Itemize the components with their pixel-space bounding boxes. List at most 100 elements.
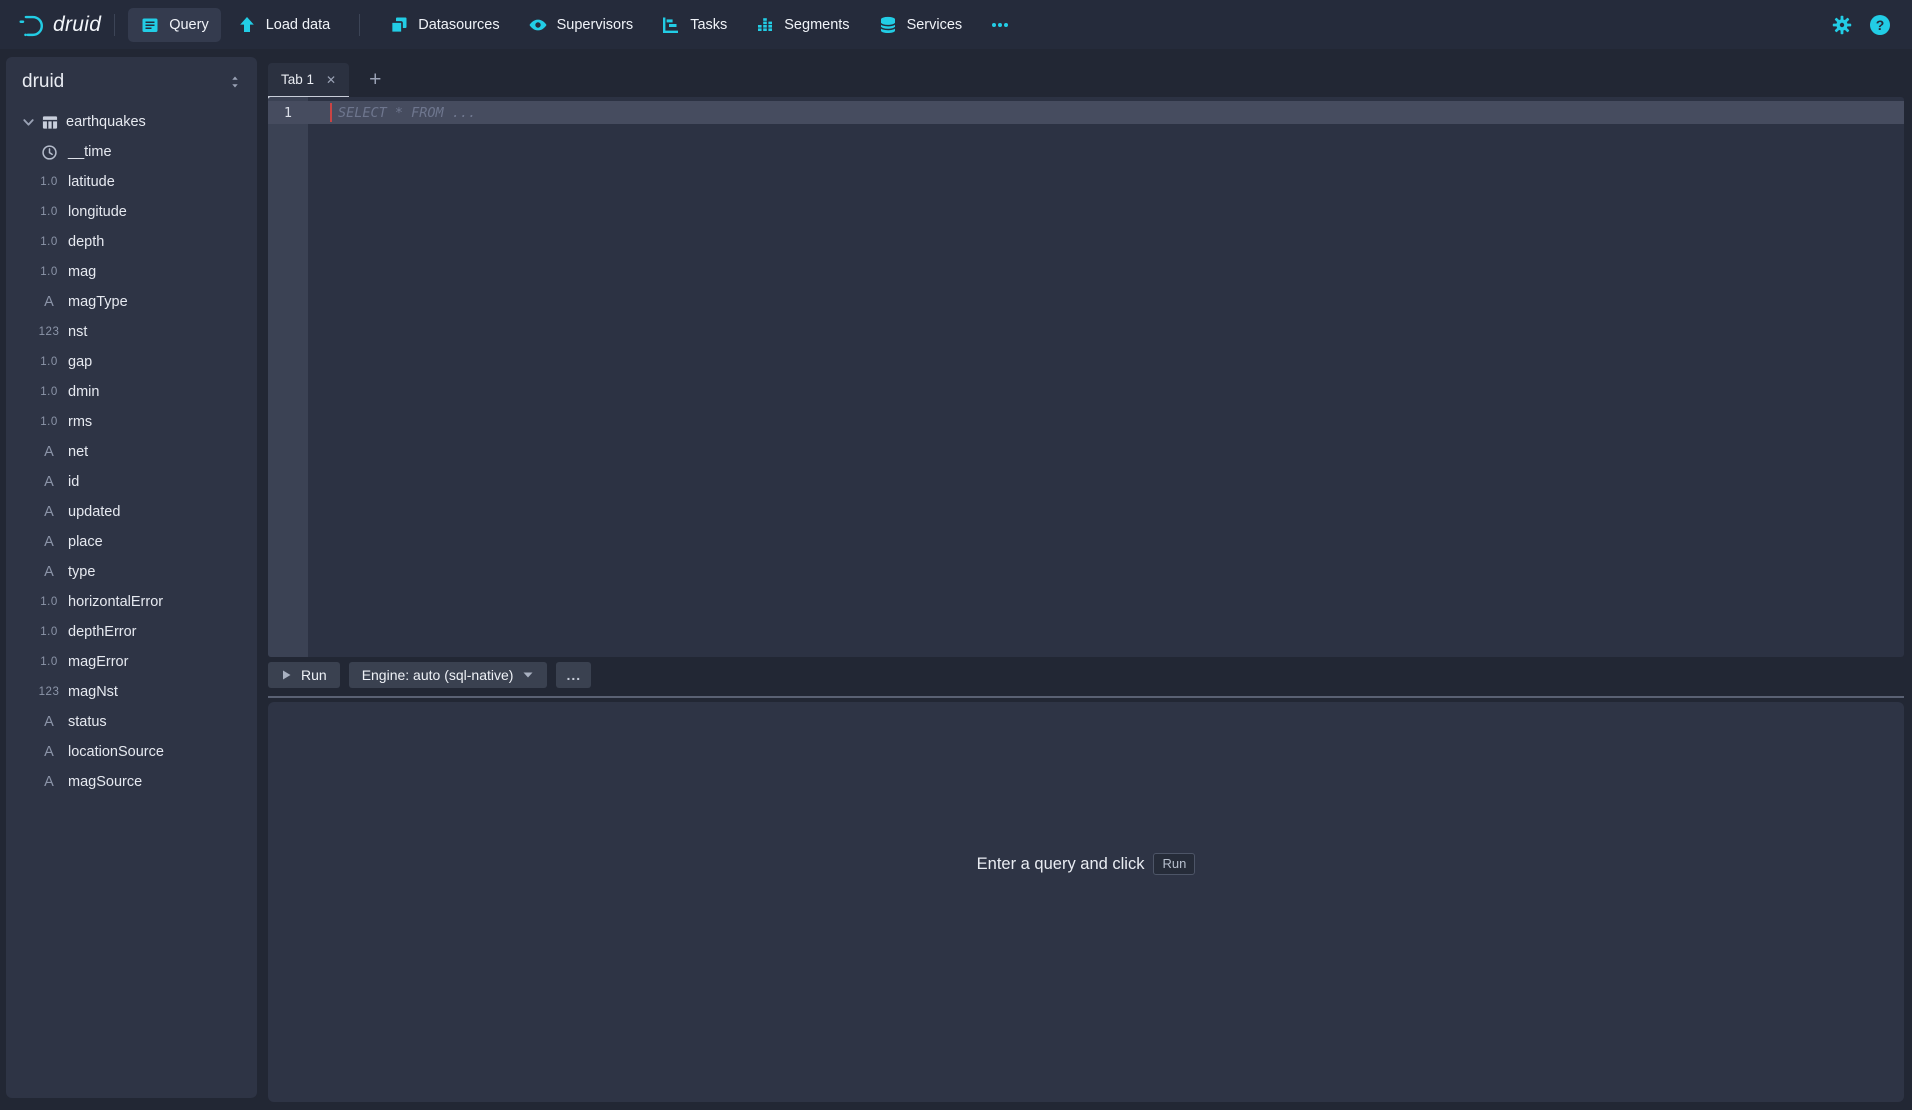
editor-caret — [330, 103, 332, 122]
results-empty-state: Enter a query and click Run — [977, 853, 1196, 875]
column-tree: earthquakes __time 1.0 latitude 1.0 longitude… — [6, 103, 257, 797]
table-icon — [38, 114, 62, 131]
run-button-label: Run — [301, 667, 327, 683]
nav-item-label: Tasks — [690, 17, 727, 33]
nav-divider — [114, 14, 115, 36]
column-row-net[interactable]: Anet — [6, 437, 257, 467]
column-name: mag — [68, 264, 96, 280]
column-name: depth — [68, 234, 104, 250]
type-glyph-float: 1.0 — [36, 236, 62, 248]
type-glyph-float: 1.0 — [36, 356, 62, 368]
type-glyph-string: A — [36, 744, 62, 760]
column-row-magNst[interactable]: 123 magNst — [6, 677, 257, 707]
chevron-down-icon — [522, 671, 534, 679]
column-row-__time[interactable]: __time — [6, 137, 257, 167]
type-glyph-float: 1.0 — [36, 176, 62, 188]
tab-tab1[interactable]: Tab 1 ✕ — [268, 63, 349, 96]
query-view: Tab 1 ✕ + 1 SELECT * FROM ... Run Engine… — [268, 57, 1904, 1102]
column-name: status — [68, 714, 107, 730]
sidebar-title: druid — [22, 71, 64, 93]
nav-item-load-data[interactable]: Load data — [225, 8, 343, 42]
column-row-locationSource[interactable]: AlocationSource — [6, 737, 257, 767]
sql-editor[interactable]: 1 SELECT * FROM ... — [268, 97, 1904, 657]
type-glyph-string: A — [36, 444, 62, 460]
nav-item-services[interactable]: Services — [866, 8, 975, 42]
column-row-dmin[interactable]: 1.0dmin — [6, 377, 257, 407]
column-name: longitude — [68, 204, 127, 220]
line-number: 1 — [268, 105, 308, 121]
editor-active-line: 1 SELECT * FROM ... — [268, 101, 1904, 124]
column-name: magSource — [68, 774, 142, 790]
column-row-rms[interactable]: 1.0rms — [6, 407, 257, 437]
column-row-mag[interactable]: 1.0mag — [6, 257, 257, 287]
column-row-magError[interactable]: 1.0magError — [6, 647, 257, 677]
more-icon: ... — [566, 667, 581, 683]
type-glyph-string: A — [36, 504, 62, 520]
column-name: place — [68, 534, 103, 550]
column-row-status[interactable]: Astatus — [6, 707, 257, 737]
datasources-icon — [389, 15, 409, 35]
nav-right: ? — [1832, 15, 1890, 35]
column-name: nst — [68, 324, 87, 340]
column-name: depthError — [68, 624, 137, 640]
nav-item-label: Load data — [266, 17, 331, 33]
column-row-gap[interactable]: 1.0gap — [6, 347, 257, 377]
nav-item-datasources[interactable]: Datasources — [377, 8, 511, 42]
column-row-depthError[interactable]: 1.0depthError — [6, 617, 257, 647]
column-row-magType[interactable]: AmagType — [6, 287, 257, 317]
panel-splitter[interactable] — [268, 696, 1904, 698]
run-chip: Run — [1153, 853, 1195, 875]
column-row-nst[interactable]: 123nst — [6, 317, 257, 347]
nav-item-label: Query — [169, 17, 209, 33]
load-data-icon — [237, 15, 257, 35]
services-icon — [878, 15, 898, 35]
supervisors-icon — [528, 15, 548, 35]
nav-item-more[interactable] — [978, 8, 1022, 42]
datasource-name: earthquakes — [66, 114, 146, 130]
column-name: horizontalError — [68, 594, 163, 610]
column-name: magNst — [68, 684, 118, 700]
editor-gutter — [268, 97, 308, 657]
engine-select-button[interactable]: Engine: auto (sql-native) — [349, 662, 548, 688]
column-row-longitude[interactable]: 1.0 longitude — [6, 197, 257, 227]
column-row-magSource[interactable]: AmagSource — [6, 767, 257, 797]
nav-item-segments[interactable]: Segments — [743, 8, 861, 42]
druid-logo[interactable]: druid — [16, 10, 101, 40]
datasource-row-earthquakes[interactable]: earthquakes — [6, 107, 257, 137]
play-icon — [281, 669, 292, 681]
column-name: latitude — [68, 174, 115, 190]
run-more-options-button[interactable]: ... — [556, 662, 591, 688]
column-row-horizontalError[interactable]: 1.0horizontalError — [6, 587, 257, 617]
column-name: dmin — [68, 384, 99, 400]
nav-items: Query Load data Datasources Supervisors Task… — [128, 8, 1022, 42]
type-glyph-string: A — [36, 534, 62, 550]
results-panel: Enter a query and click Run — [268, 702, 1904, 1102]
nav-item-query[interactable]: Query — [128, 8, 221, 42]
column-row-id[interactable]: Aid — [6, 467, 257, 497]
close-tab-icon[interactable]: ✕ — [326, 73, 336, 87]
column-row-type[interactable]: Atype — [6, 557, 257, 587]
druid-logo-icon — [16, 10, 46, 40]
add-tab-button[interactable]: + — [363, 69, 387, 96]
settings-gear-icon[interactable] — [1832, 15, 1852, 35]
type-glyph-long: 123 — [36, 686, 62, 698]
nav-item-tasks[interactable]: Tasks — [649, 8, 739, 42]
run-button[interactable]: Run — [268, 662, 340, 688]
tasks-icon — [661, 15, 681, 35]
column-row-latitude[interactable]: 1.0 latitude — [6, 167, 257, 197]
type-glyph-float: 1.0 — [36, 206, 62, 218]
column-name: type — [68, 564, 95, 580]
nav-item-supervisors[interactable]: Supervisors — [516, 8, 646, 42]
nav-item-label: Datasources — [418, 17, 499, 33]
column-row-depth[interactable]: 1.0 depth — [6, 227, 257, 257]
tab-label: Tab 1 — [281, 72, 314, 87]
help-icon[interactable]: ? — [1870, 15, 1890, 35]
column-row-place[interactable]: Aplace — [6, 527, 257, 557]
double-caret-sort-icon[interactable] — [227, 74, 243, 90]
column-name: magError — [68, 654, 128, 670]
column-row-updated[interactable]: Aupdated — [6, 497, 257, 527]
druid-logo-text: druid — [53, 13, 101, 37]
segments-icon — [755, 15, 775, 35]
column-name: locationSource — [68, 744, 164, 760]
sidebar-header: druid — [6, 57, 257, 103]
